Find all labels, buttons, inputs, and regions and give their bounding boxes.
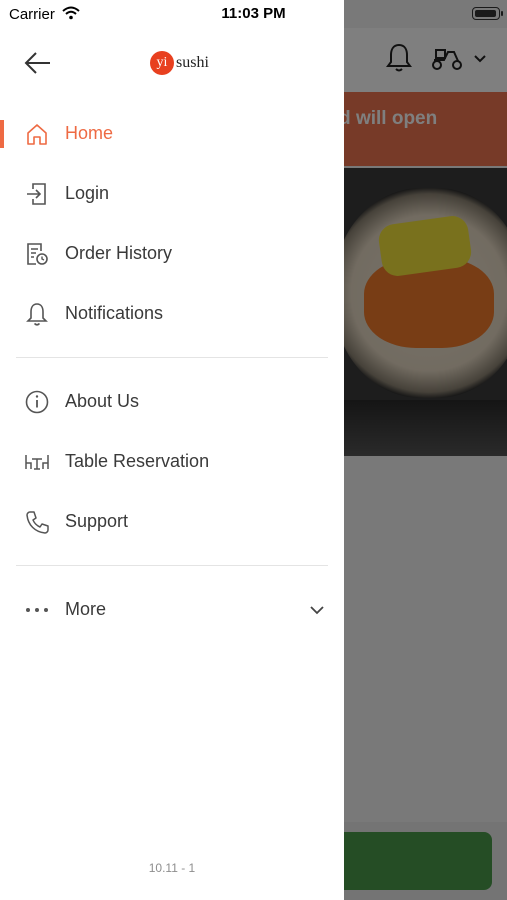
menu-item-label: Login xyxy=(65,183,110,203)
menu-divider xyxy=(16,565,328,566)
bell-icon xyxy=(26,303,48,326)
phone-icon xyxy=(26,511,49,534)
drawer-menu: Home Login Order History Notifications A… xyxy=(0,104,344,640)
logo-badge: yi xyxy=(150,51,174,75)
app-version: 10.11 - 1 xyxy=(148,861,196,875)
more-dots-icon xyxy=(26,608,48,612)
menu-item-label: Table Reservation xyxy=(65,451,210,471)
active-indicator xyxy=(0,120,4,148)
order-history-icon xyxy=(27,243,48,265)
menu-divider xyxy=(16,357,328,358)
table-icon xyxy=(25,455,49,470)
menu-item-notifications[interactable]: Notifications xyxy=(0,284,344,344)
brand-logo: yi sushi xyxy=(150,50,209,76)
menu-item-support[interactable]: Support xyxy=(0,492,344,552)
status-time: 11:03 PM xyxy=(221,5,286,22)
menu-item-about-us[interactable]: About Us xyxy=(0,372,344,432)
menu-item-label: About Us xyxy=(65,391,140,411)
menu-item-label: Notifications xyxy=(65,303,164,323)
logo-word: sushi xyxy=(176,54,209,71)
chevron-down-icon[interactable] xyxy=(308,602,326,618)
info-icon xyxy=(25,390,49,414)
battery-icon xyxy=(472,7,503,20)
menu-item-label: Home xyxy=(65,123,114,143)
menu-item-label: Support xyxy=(65,511,129,531)
menu-item-table-reservation[interactable]: Table Reservation xyxy=(0,432,344,492)
menu-item-label: Order History xyxy=(65,243,173,263)
menu-item-login[interactable]: Login xyxy=(0,164,344,224)
home-icon xyxy=(27,124,47,145)
menu-item-order-history[interactable]: Order History xyxy=(0,224,344,284)
menu-item-home[interactable]: Home xyxy=(0,104,344,164)
login-icon xyxy=(27,183,46,205)
navigation-drawer: yi sushi Home Login Order History Notifi… xyxy=(0,0,344,900)
menu-item-label: More xyxy=(65,599,107,619)
menu-item-more[interactable]: More xyxy=(0,580,344,640)
drawer-header: yi sushi xyxy=(0,28,344,98)
status-bar: Carrier 11:03 PM xyxy=(0,0,507,28)
back-arrow-icon[interactable] xyxy=(22,50,54,76)
